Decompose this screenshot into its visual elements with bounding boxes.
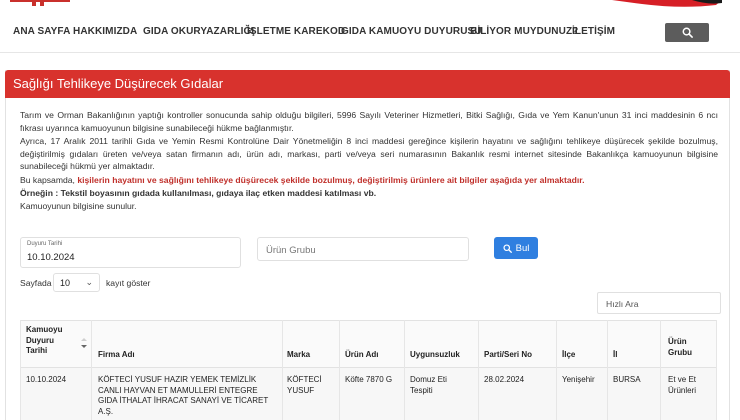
date-field-value: 10.10.2024 xyxy=(27,252,75,263)
cell-ilce: Yenişehir xyxy=(562,375,595,384)
product-group-placeholder: Ürün Grubu xyxy=(266,245,316,256)
main-nav: ANA SAYFA HAKKIMIZDA GIDA OKURYAZARLIĞI … xyxy=(0,14,740,50)
cell-urun-adi: Köfte 7870 G xyxy=(345,375,393,384)
cell-line: KÖFTECİ YUSUF HAZIR YEMEK TEMİZLİK xyxy=(98,375,257,384)
top-header xyxy=(0,0,740,14)
quick-search-placeholder: Hızlı Ara xyxy=(606,299,639,309)
header-urun-grubu[interactable]: Ürün Grubu xyxy=(668,337,692,358)
page-size-suffix: kayıt göster xyxy=(106,278,151,288)
page-size-prefix: Sayfada xyxy=(20,278,52,288)
nav-divider xyxy=(0,52,740,53)
header-kamuoyu-duyuru-tarihi[interactable]: Kamuoyu Duyuru Tarihi xyxy=(26,325,62,357)
cell-line: A.Ş. xyxy=(98,406,114,416)
nav-iletisim[interactable]: İLETİŞİM xyxy=(572,26,615,37)
nav-gida-kamuoyu-duyurusu[interactable]: GIDA KAMUOYU DUYURUSU xyxy=(341,26,482,37)
intro-closing-text: Kamuoyunun bilgisine sunulur. xyxy=(20,201,137,211)
ministry-logo xyxy=(10,0,70,6)
cell-line: Et ve Et xyxy=(668,375,697,384)
column-divider xyxy=(556,320,557,420)
column-divider xyxy=(404,320,405,420)
search-icon xyxy=(682,27,693,38)
column-divider xyxy=(660,320,661,420)
intro-highlight-text: kişilerin hayatını ve sağlığını tehlikey… xyxy=(77,175,585,185)
intro-paragraph-1: Tarım ve Orman Bakanlığının yaptığı kont… xyxy=(20,110,718,133)
cell-parti: 28.02.2024 xyxy=(484,375,525,384)
header-parti-seri-no[interactable]: Parti/Seri No xyxy=(484,350,532,361)
cell-urun-grubu: Et ve Et Ürünleri xyxy=(668,375,696,396)
cell-line: Domuz Eti xyxy=(410,375,447,384)
cell-line: Ürünleri xyxy=(668,385,697,395)
nav-biliyor-muydunuz[interactable]: BİLİYOR MUYDUNUZ? xyxy=(470,26,578,37)
column-divider xyxy=(607,320,608,420)
results-table: Kamuoyu Duyuru Tarihi Firma Adı Marka Ür… xyxy=(20,320,717,420)
cell-uygunsuzluk: Domuz Eti Tespiti xyxy=(410,375,447,396)
intro-example-text: Örneğin : Tekstil boyasının gıdada kulla… xyxy=(20,188,377,198)
header-il[interactable]: İl xyxy=(613,350,617,361)
nav-search-button[interactable] xyxy=(665,23,709,42)
quick-search-input[interactable]: Hızlı Ara xyxy=(597,292,721,314)
cell-line: GIDA İTHALAT İHRACAT SANAYİ VE TİCARET xyxy=(98,396,269,405)
page-size-select[interactable]: 10 ⌄ xyxy=(53,273,100,292)
search-icon xyxy=(503,243,512,253)
header-line: Grubu xyxy=(668,347,692,357)
header-uygunsuzluk[interactable]: Uygunsuzluk xyxy=(410,350,460,361)
nav-ana-sayfa[interactable]: ANA SAYFA xyxy=(13,26,70,37)
date-field-label: Duyuru Tarihi xyxy=(27,241,63,247)
cell-marka: KÖFTECİ YUSUF xyxy=(287,375,322,396)
intro-paragraph-3-prefix: Bu kapsamda, xyxy=(20,175,78,185)
cell-line: KÖFTECİ xyxy=(287,375,322,384)
cell-line: YUSUF xyxy=(287,385,315,395)
column-divider xyxy=(91,320,92,420)
search-submit-label: Bul xyxy=(515,242,530,254)
nav-isletme-karekod[interactable]: İŞLETME KAREKOD xyxy=(247,26,345,37)
header-line: Tarihi xyxy=(26,346,48,355)
header-urun-adi[interactable]: Ürün Adı xyxy=(345,350,378,361)
intro-paragraph-3: Bu kapsamda, kişilerin hayatını ve sağlı… xyxy=(20,174,718,187)
table-header-row xyxy=(20,320,717,368)
header-line: Kamuoyu xyxy=(26,325,63,334)
header-marka[interactable]: Marka xyxy=(287,350,310,361)
chevron-down-icon: ⌄ xyxy=(85,277,93,287)
cell-firma: KÖFTECİ YUSUF HAZIR YEMEK TEMİZLİK CANLI… xyxy=(98,375,268,417)
nav-gida-okuryazarligi[interactable]: GIDA OKURYAZARLIĞI xyxy=(143,26,254,37)
column-divider xyxy=(20,320,21,420)
header-line: Ürün xyxy=(668,337,687,346)
header-firma-adi[interactable]: Firma Adı xyxy=(98,350,135,361)
column-divider xyxy=(339,320,340,420)
header-ilce[interactable]: İlçe xyxy=(562,350,575,361)
search-submit-button[interactable]: Bul xyxy=(494,237,538,259)
sort-desc-icon[interactable] xyxy=(80,338,88,350)
page-size-value: 10 xyxy=(60,278,71,288)
product-group-select[interactable]: Ürün Grubu xyxy=(257,237,469,261)
cell-il: BURSA xyxy=(613,375,641,384)
turkish-flag-image xyxy=(612,0,722,7)
cell-line: Tespiti xyxy=(410,385,433,395)
page-title: Sağlığı Tehlikeye Düşürecek Gıdalar xyxy=(13,76,224,91)
cell-date: 10.10.2024 xyxy=(26,375,67,384)
cell-line: CANLI HAYVAN ET MAMULLERİ ENTEGRE xyxy=(98,385,258,395)
nav-hakkimizda[interactable]: HAKKIMIZDA xyxy=(73,26,137,37)
date-field[interactable]: Duyuru Tarihi 10.10.2024 xyxy=(20,237,241,268)
header-line: Duyuru xyxy=(26,335,54,345)
panel-title-bar: Sağlığı Tehlikeye Düşürecek Gıdalar xyxy=(5,70,730,98)
column-divider xyxy=(478,320,479,420)
column-divider xyxy=(716,320,717,420)
intro-paragraph-2: Ayrıca, 17 Aralık 2011 tarihli Gıda ve Y… xyxy=(20,136,718,172)
column-divider xyxy=(282,320,283,420)
